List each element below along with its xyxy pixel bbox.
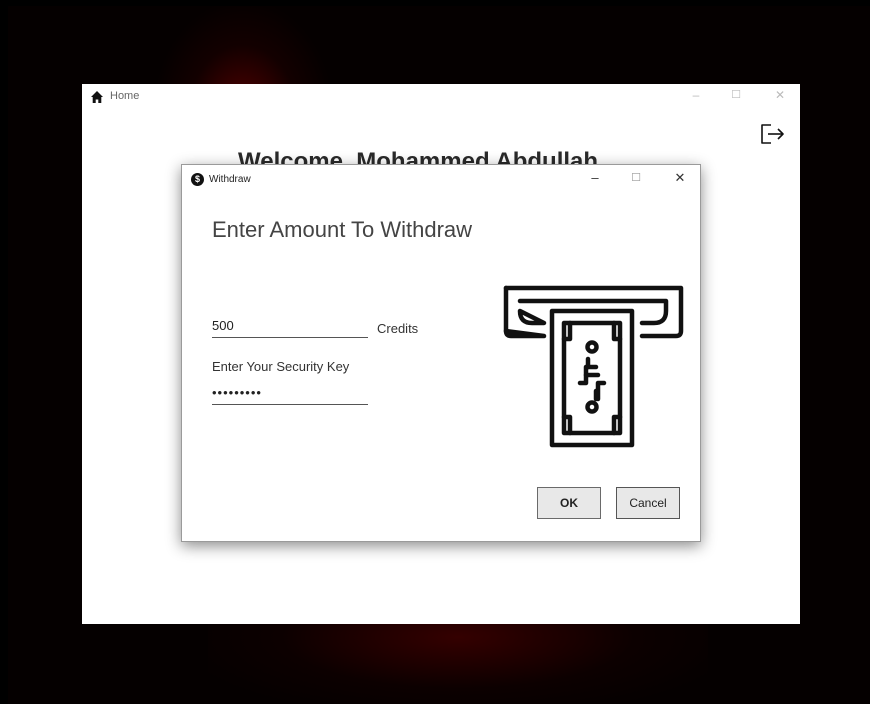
dialog-heading: Enter Amount To Withdraw bbox=[212, 217, 473, 242]
amount-input[interactable] bbox=[212, 316, 368, 338]
atm-cash-withdraw-icon bbox=[503, 285, 684, 448]
home-titlebar: Home – ☐ ✕ bbox=[82, 84, 800, 110]
security-key-input[interactable] bbox=[212, 383, 368, 405]
home-icon bbox=[91, 91, 103, 103]
dialog-close-button[interactable]: ✕ bbox=[670, 170, 690, 186]
dialog-titlebar: $ Withdraw – ☐ ✕ bbox=[182, 165, 700, 195]
close-button[interactable]: ✕ bbox=[770, 88, 790, 102]
credits-label: Credits bbox=[377, 321, 419, 336]
dialog-minimize-button[interactable]: – bbox=[585, 170, 605, 185]
dialog-maximize-button[interactable]: ☐ bbox=[626, 171, 646, 184]
logout-icon[interactable] bbox=[759, 122, 787, 146]
withdraw-dialog: $ Withdraw – ☐ ✕ Enter Amount To Withdra… bbox=[181, 164, 701, 542]
minimize-button[interactable]: – bbox=[686, 88, 706, 102]
ok-button[interactable]: OK bbox=[537, 487, 601, 519]
maximize-button[interactable]: ☐ bbox=[726, 88, 746, 101]
dollar-circle-icon: $ bbox=[191, 173, 204, 186]
dialog-title: Withdraw bbox=[209, 174, 251, 185]
cancel-button[interactable]: Cancel bbox=[616, 487, 680, 519]
home-window-title: Home bbox=[110, 90, 140, 102]
security-key-label: Enter Your Security Key bbox=[212, 359, 350, 374]
